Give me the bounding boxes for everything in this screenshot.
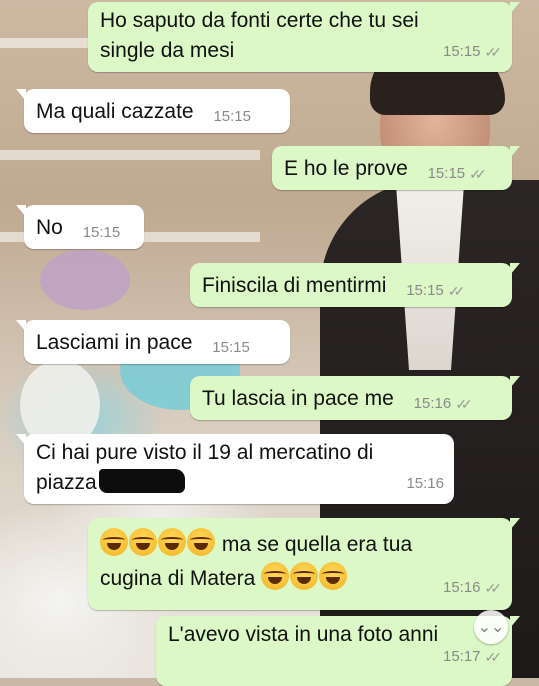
message-text: ma se quella era tua <box>221 533 413 556</box>
read-ticks-icon: ✓✓ <box>455 396 473 412</box>
message-bubble[interactable]: Tu lascia in pace me 15:16 ✓✓ <box>190 376 520 420</box>
message-meta: 15:16 ✓✓ <box>414 389 473 419</box>
message-text: Ci hai pure visto il 19 al mercatino di <box>36 441 374 464</box>
laughing-tears-emoji <box>187 528 215 556</box>
message-meta: 15:15 <box>213 102 251 132</box>
read-ticks-icon: ✓✓ <box>484 580 503 596</box>
message-time: 15:15 <box>82 224 121 241</box>
message-meta: 15:15 <box>212 333 250 363</box>
read-ticks-icon: ✓✓ <box>469 166 487 182</box>
message-text: Ho saputo da fonti certe che tu sei sing… <box>100 9 425 62</box>
laughing-tears-emoji <box>158 528 186 556</box>
message-time: 15:15 <box>427 165 466 182</box>
message-bubble[interactable]: No 15:15 <box>16 205 144 249</box>
message-bubble[interactable]: L'avevo vista in una foto anni 15:17 ✓✓ <box>156 616 520 686</box>
message-text: Ma quali cazzate <box>36 100 194 123</box>
redaction-mark <box>98 469 185 493</box>
double-chevron-down-icon: ⌄⌄ <box>477 619 505 636</box>
message-meta: 15:17 ✓✓ <box>443 642 502 672</box>
message-time: 15:17 <box>442 648 481 665</box>
message-meta: 15:16 ✓✓ <box>443 571 502 605</box>
laughing-tears-emoji <box>290 562 319 590</box>
chat-message-list[interactable]: Ho saputo da fonti certe che tu sei sing… <box>0 0 539 686</box>
read-ticks-icon: ✓✓ <box>484 44 503 60</box>
laughing-tears-emoji <box>319 562 348 590</box>
message-text: Lasciami in pace <box>36 331 193 354</box>
message-time: 15:15 <box>406 282 444 299</box>
message-meta: 15:15 ✓✓ <box>443 37 502 67</box>
message-text: Finiscila di mentirmi <box>202 274 387 297</box>
message-line: cugina di Matera <box>100 562 500 596</box>
message-bubble[interactable]: Ci hai pure visto il 19 al mercatino di … <box>16 434 454 504</box>
message-time: 15:16 <box>442 579 481 596</box>
message-text: E ho le prove <box>284 157 408 180</box>
message-line: ma se quella era tua <box>100 528 500 562</box>
read-ticks-icon: ✓✓ <box>484 649 503 665</box>
message-bubble[interactable]: ma se quella era tua cugina di Matera 15… <box>88 518 520 610</box>
message-meta: 15:15 ✓✓ <box>406 276 465 306</box>
laughing-tears-emoji <box>129 528 157 556</box>
message-meta: 15:15 ✓✓ <box>428 159 487 189</box>
laughing-tears-emoji <box>100 528 128 556</box>
message-time: 15:15 <box>212 339 250 356</box>
message-meta: 15:15 <box>83 218 121 248</box>
message-meta: 15:16 <box>406 469 444 499</box>
message-text: cugina di Matera <box>100 567 256 590</box>
message-time: 15:16 <box>406 475 444 492</box>
message-text: Tu lascia in pace me <box>202 387 394 410</box>
message-text: piazza <box>36 471 97 494</box>
message-text-line: piazza <box>36 468 442 498</box>
message-time: 15:15 <box>442 43 481 60</box>
read-ticks-icon: ✓✓ <box>447 283 466 299</box>
message-bubble[interactable]: Ma quali cazzate 15:15 <box>16 89 290 133</box>
message-bubble[interactable]: E ho le prove 15:15 ✓✓ <box>272 146 520 190</box>
message-bubble[interactable]: Finiscila di mentirmi 15:15 ✓✓ <box>190 263 520 307</box>
message-time: 15:16 <box>413 395 452 412</box>
message-time: 15:15 <box>213 108 251 125</box>
message-text: No <box>36 216 63 239</box>
scroll-to-bottom-button[interactable]: ⌄⌄ <box>474 610 508 644</box>
laughing-tears-emoji <box>261 562 290 590</box>
message-bubble[interactable]: Lasciami in pace 15:15 <box>16 320 290 364</box>
message-bubble[interactable]: Ho saputo da fonti certe che tu sei sing… <box>88 2 520 72</box>
